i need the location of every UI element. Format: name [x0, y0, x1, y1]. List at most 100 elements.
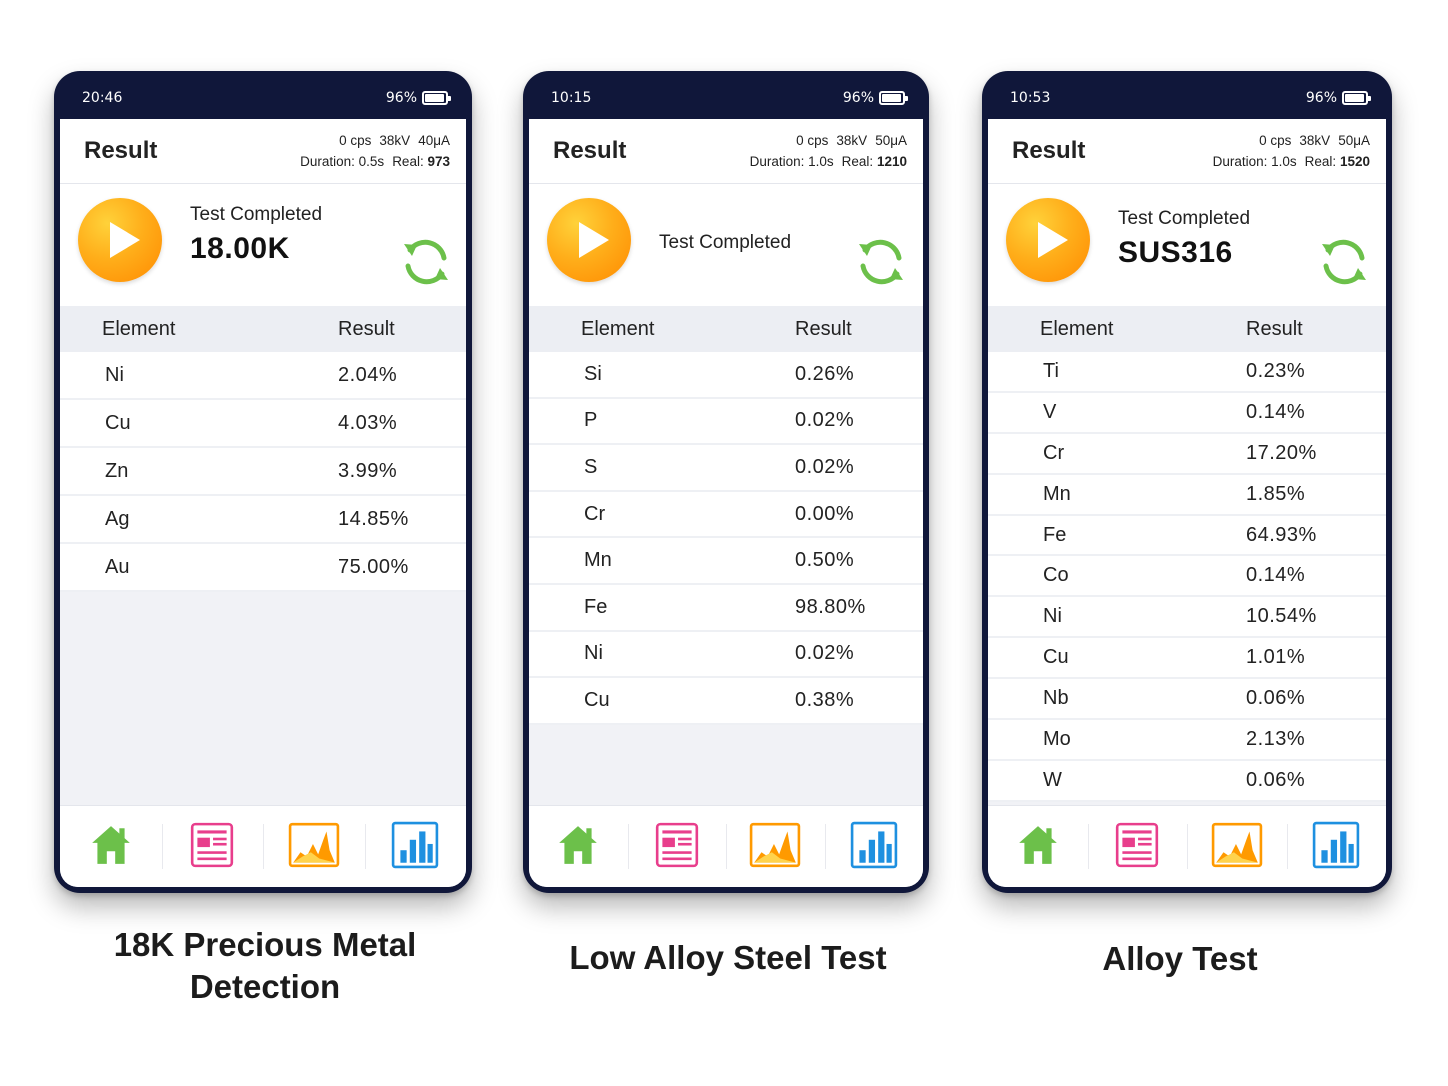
element-symbol: Ti [1043, 359, 1059, 382]
table-row[interactable]: Cr 0.00% [529, 491, 923, 539]
nav-report[interactable] [1087, 806, 1188, 887]
clock: 20:46 [82, 90, 123, 106]
spectrum-icon[interactable] [749, 821, 801, 873]
spectrum-icon[interactable] [1211, 821, 1263, 873]
table-row[interactable]: V 0.14% [988, 392, 1386, 434]
report-icon[interactable] [1114, 821, 1160, 873]
column-element: Element [1040, 317, 1114, 340]
page-title: Result [1012, 137, 1086, 164]
table-row[interactable]: Cr 17.20% [988, 433, 1386, 475]
measurement-info: 0 cps 38kV 40μA Duration: 0.5s Real: 973 [300, 130, 450, 172]
nav-home[interactable] [60, 806, 162, 887]
bar-chart-icon[interactable] [1312, 821, 1360, 873]
table-header: Element Result [529, 306, 923, 352]
table-row[interactable]: Ag 14.85% [60, 496, 466, 544]
home-icon[interactable] [555, 822, 601, 872]
element-result: 2.04% [338, 363, 398, 386]
element-symbol: Ag [105, 507, 130, 530]
element-symbol: Mo [1043, 727, 1071, 750]
test-panel: Test Completed [529, 184, 923, 306]
table-row[interactable]: Nb 0.06% [988, 679, 1386, 721]
element-result: 75.00% [338, 555, 409, 578]
element-result: 4.03% [338, 411, 398, 434]
refresh-icon[interactable] [1318, 236, 1370, 288]
nav-report[interactable] [627, 806, 727, 887]
table-row[interactable]: Fe 98.80% [529, 584, 923, 632]
column-result: Result [795, 317, 852, 340]
bar-chart-icon[interactable] [391, 821, 439, 873]
timing-info: Duration: 0.5s Real: 973 [300, 151, 450, 172]
table-header: Element Result [60, 306, 466, 352]
status-bar: 20:46 96% [60, 71, 466, 119]
kv-value: 38kV [836, 133, 868, 148]
grade-result: SUS316 [1118, 236, 1233, 269]
bar-chart-icon[interactable] [850, 821, 898, 873]
battery-percent: 96% [842, 90, 874, 106]
play-icon[interactable] [78, 198, 162, 282]
battery-icon [1342, 91, 1371, 105]
element-result: 98.80% [795, 595, 866, 618]
nav-bar-chart[interactable] [1286, 806, 1387, 887]
kv-value: 38kV [379, 133, 411, 148]
current-value: 50μA [875, 133, 907, 148]
measurement-info: 0 cps 38kV 50μA Duration: 1.0s Real: 1210 [750, 130, 907, 172]
spectrum-icon[interactable] [288, 821, 340, 873]
column-result: Result [1246, 317, 1303, 340]
nav-report[interactable] [161, 806, 264, 887]
status-right: 96% [1306, 90, 1371, 106]
caption: Alloy Test [980, 938, 1380, 980]
table-row[interactable]: Si 0.26% [529, 352, 923, 399]
table-row[interactable]: Cu 4.03% [60, 400, 466, 448]
duration-value: 1.0s [808, 154, 834, 169]
table-row[interactable]: Ti 0.23% [988, 352, 1386, 393]
table-row[interactable]: Ni 10.54% [988, 597, 1386, 639]
report-icon[interactable] [189, 821, 235, 873]
nav-bar-chart[interactable] [364, 806, 467, 887]
nav-home[interactable] [529, 806, 628, 887]
column-result: Result [338, 317, 395, 340]
home-icon[interactable] [1015, 822, 1061, 872]
element-result: 0.26% [795, 362, 855, 385]
tube-params: 0 cps 38kV 40μA [300, 130, 450, 151]
nav-home[interactable] [988, 806, 1088, 887]
test-panel: Test Completed 18.00K [60, 184, 466, 306]
table-row[interactable]: S 0.02% [529, 445, 923, 492]
nav-spectrum[interactable] [263, 806, 365, 887]
play-icon[interactable] [547, 198, 631, 282]
element-result: 64.93% [1246, 523, 1317, 546]
nav-bar-chart[interactable] [824, 806, 924, 887]
element-result: 2.13% [1246, 727, 1306, 750]
refresh-icon[interactable] [400, 236, 452, 288]
battery-fill [882, 94, 902, 102]
table-row[interactable]: P 0.02% [529, 398, 923, 446]
report-icon[interactable] [654, 821, 700, 873]
clock: 10:53 [1010, 90, 1051, 106]
table-row[interactable]: Ni 2.04% [60, 352, 466, 400]
nav-spectrum[interactable] [1187, 806, 1287, 887]
table-row[interactable]: W 0.06% [988, 760, 1386, 802]
table-row[interactable]: Cu 0.38% [529, 678, 923, 725]
grade-result: 18.00K [190, 232, 290, 265]
table-row[interactable]: Mo 2.13% [988, 720, 1386, 761]
nav-spectrum[interactable] [726, 806, 825, 887]
element-result: 17.20% [1246, 441, 1317, 464]
table-row[interactable]: Mn 0.50% [529, 538, 923, 585]
table-row[interactable]: Ni 0.02% [529, 631, 923, 679]
table-row[interactable]: Mn 1.85% [988, 474, 1386, 516]
play-icon[interactable] [1006, 198, 1090, 282]
table-row[interactable]: Fe 64.93% [988, 515, 1386, 557]
home-icon[interactable] [88, 822, 134, 872]
table-row[interactable]: Au 75.00% [60, 544, 466, 592]
clock: 10:15 [551, 90, 592, 106]
element-result: 1.01% [1246, 646, 1306, 669]
duration-value: 1.0s [1271, 154, 1297, 169]
screen: Result 0 cps 38kV 40μA Duration: 0.5s Real: 9… [60, 119, 466, 887]
table-row[interactable]: Cu 1.01% [988, 638, 1386, 680]
table-row[interactable]: Co 0.14% [988, 556, 1386, 598]
element-result: 14.85% [338, 507, 409, 530]
caption-line: Detection [189, 968, 341, 1005]
kv-value: 38kV [1299, 133, 1331, 148]
refresh-icon[interactable] [855, 236, 907, 288]
current-value: 50μA [1338, 133, 1370, 148]
table-row[interactable]: Zn 3.99% [60, 448, 466, 496]
